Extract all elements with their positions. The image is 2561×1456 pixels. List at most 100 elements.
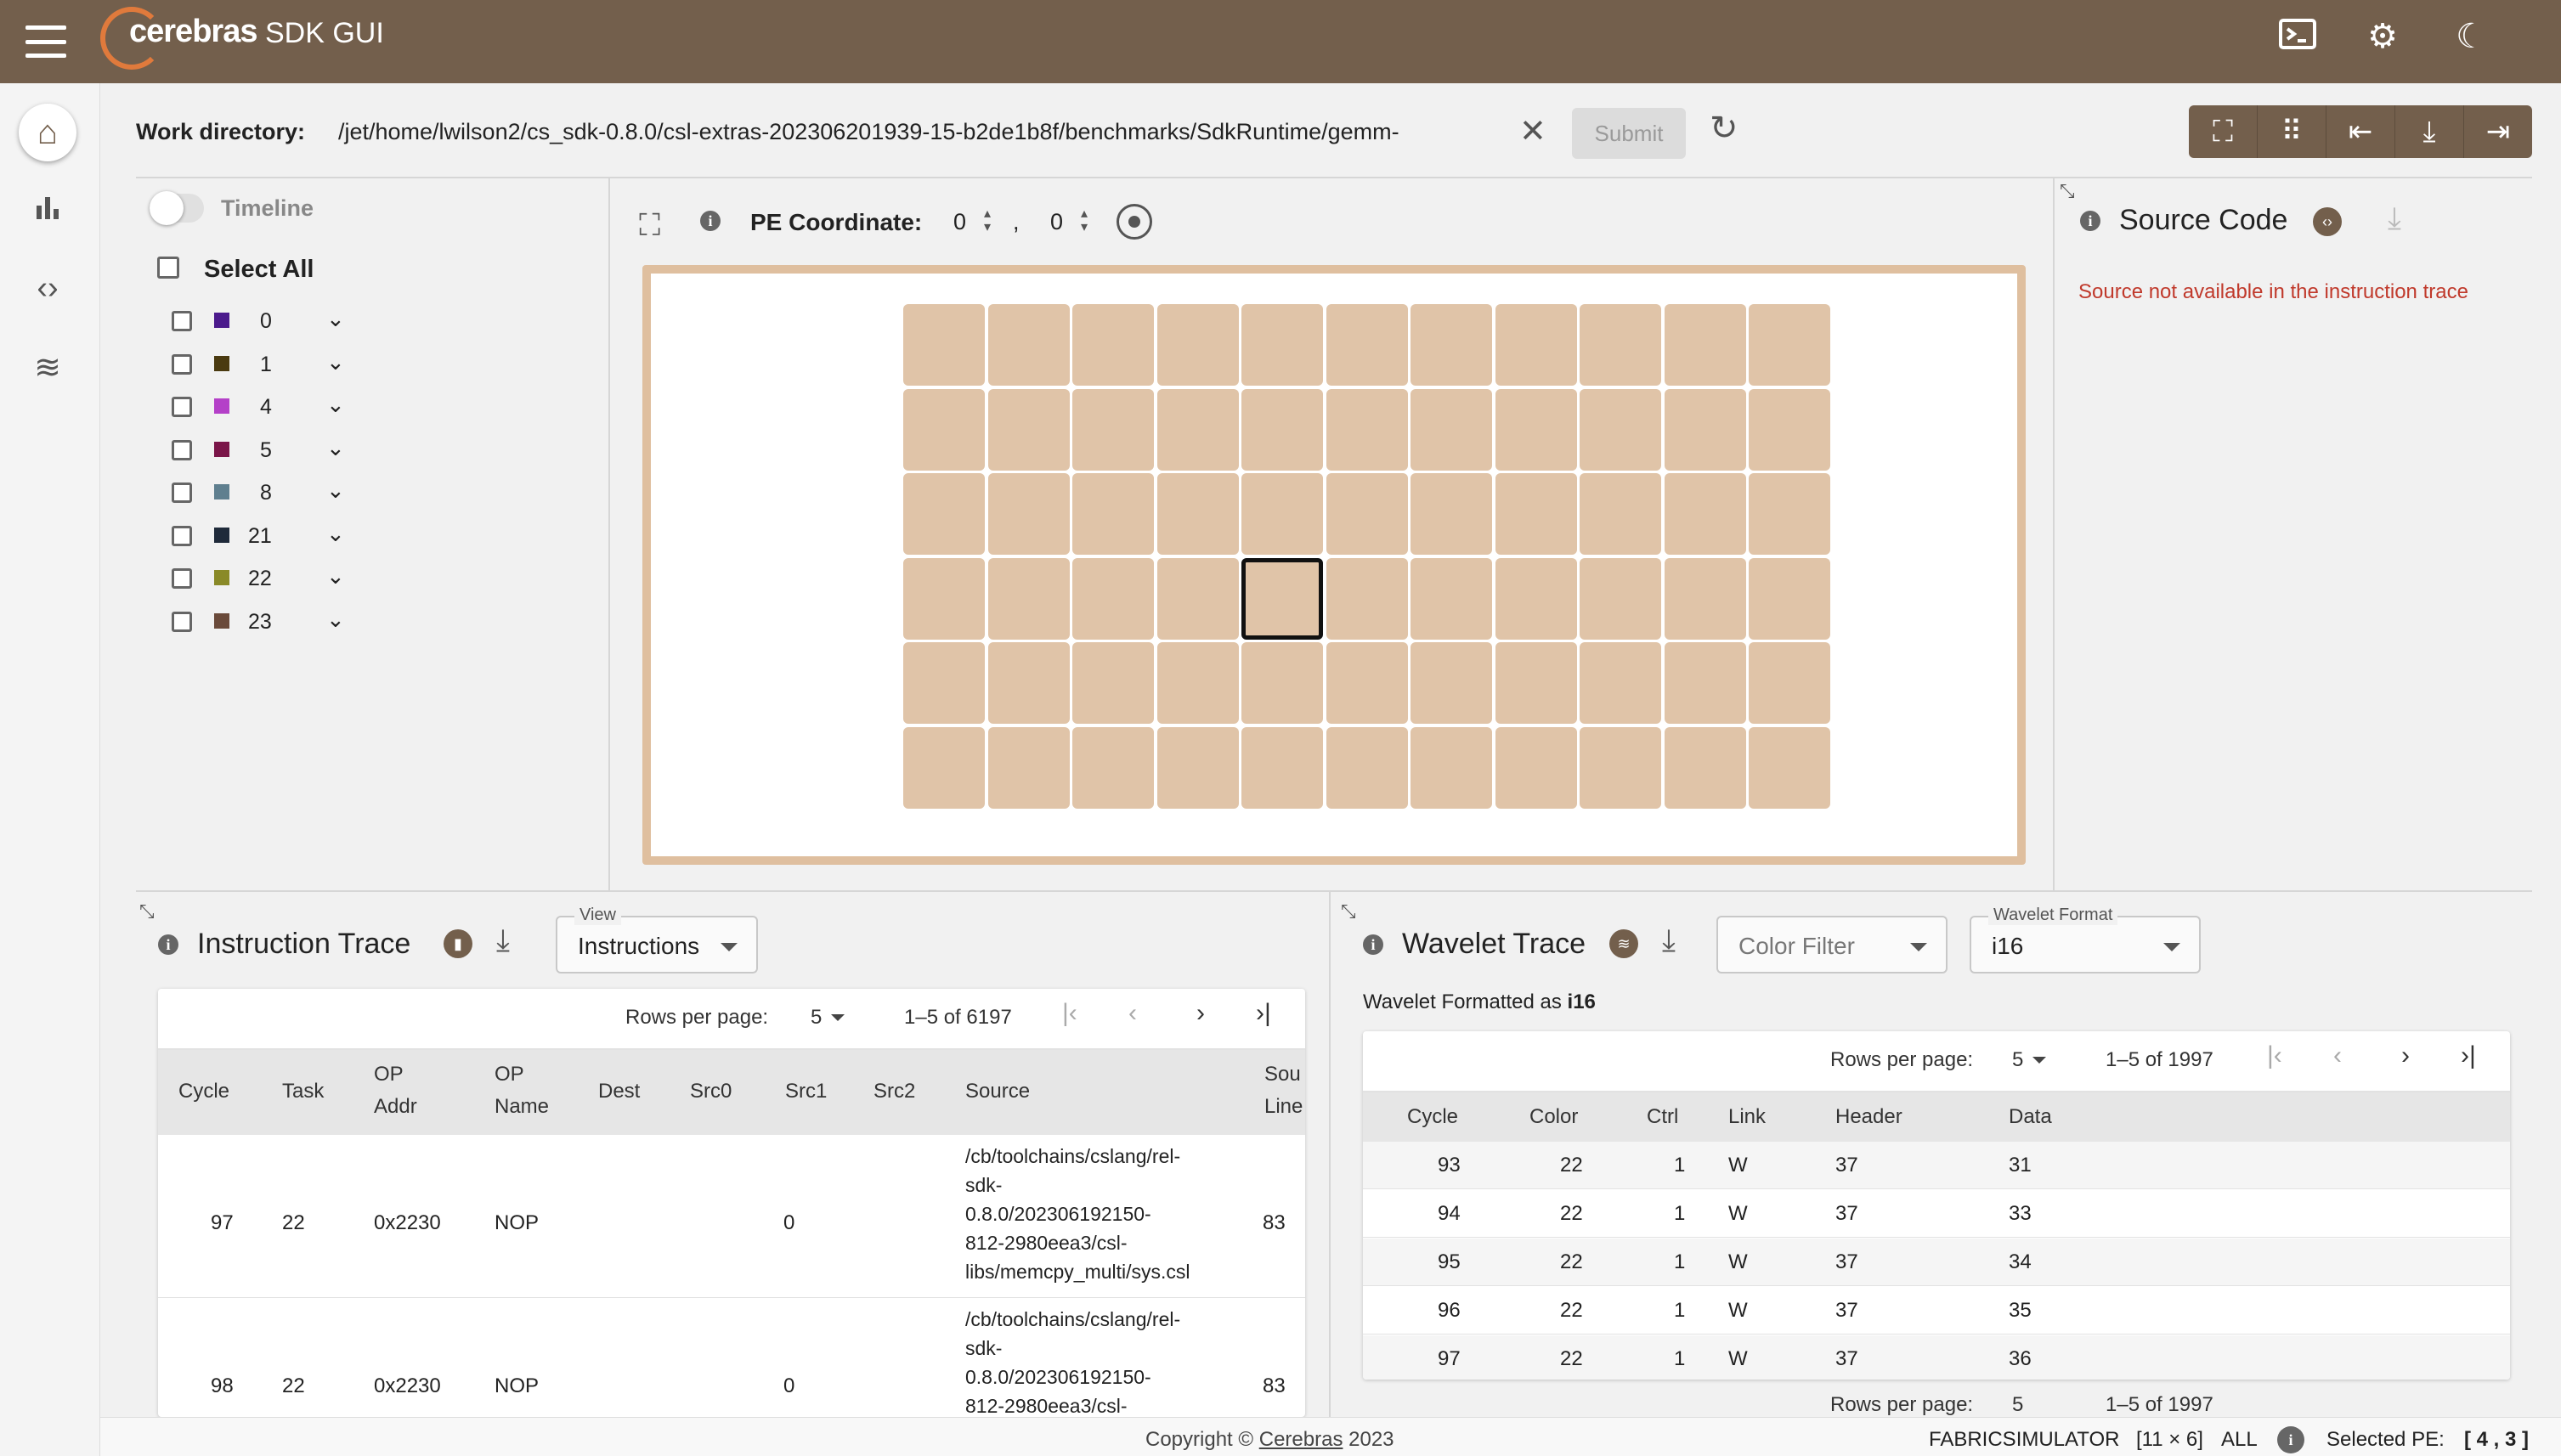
pe-cell[interactable] <box>1156 557 1239 640</box>
code-icon[interactable]: ‹› <box>24 270 71 307</box>
column-header[interactable]: Src0 <box>690 1075 732 1108</box>
clear-icon[interactable]: ✕ <box>1519 112 1546 150</box>
color-checkbox[interactable] <box>172 568 192 589</box>
next-page-icon[interactable]: › <box>2401 1041 2410 1070</box>
pe-cell[interactable] <box>1411 388 1492 471</box>
pe-cell[interactable] <box>1495 642 1577 724</box>
color-checkbox[interactable] <box>172 525 192 546</box>
prev-page-icon[interactable]: ‹ <box>1128 999 1137 1028</box>
table-row[interactable]: 97 22 1 W 37 36 <box>1363 1335 2510 1380</box>
pe-cell[interactable] <box>1241 642 1323 724</box>
pe-cell[interactable] <box>903 473 985 555</box>
pe-cell[interactable] <box>1664 473 1746 555</box>
info-icon[interactable]: i <box>700 211 721 231</box>
cerebras-link[interactable]: Cerebras <box>1259 1428 1343 1451</box>
pe-cell[interactable] <box>1326 304 1408 386</box>
pe-cell[interactable] <box>1072 388 1154 471</box>
color-checkbox[interactable] <box>172 483 192 503</box>
pe-cell[interactable] <box>1156 642 1239 724</box>
expand-panel-icon[interactable]: ⤡ <box>1341 900 1356 923</box>
pe-cell[interactable] <box>1664 388 1746 471</box>
first-page-icon[interactable]: |‹ <box>2267 1041 2282 1070</box>
pe-cell[interactable] <box>903 304 985 386</box>
waves-icon[interactable]: ≋ <box>24 348 71 387</box>
dropdown-arrow-icon[interactable] <box>2032 1057 2046 1064</box>
color-filter-select[interactable]: Color Filter <box>1716 916 1948 973</box>
chevron-down-icon[interactable]: ⌄ <box>326 435 345 461</box>
pe-cell[interactable] <box>987 473 1070 555</box>
pe-cell[interactable] <box>1072 473 1154 555</box>
chevron-down-icon[interactable]: ⌄ <box>326 563 345 590</box>
info-icon[interactable]: i <box>158 934 178 955</box>
pe-cell[interactable] <box>1495 473 1577 555</box>
pe-cell[interactable] <box>1326 473 1408 555</box>
column-header[interactable]: Color <box>1529 1101 1578 1133</box>
pe-cell[interactable] <box>1495 304 1577 386</box>
chevron-down-icon[interactable]: ⌄ <box>326 392 345 418</box>
download-icon[interactable]: ⤓ <box>2388 200 2401 237</box>
dropdown-arrow-icon[interactable] <box>831 1014 845 1021</box>
wavelet-format-select[interactable]: Wavelet Format i16 <box>1970 906 2201 973</box>
pe-cell[interactable] <box>1664 726 1746 809</box>
pe-cell[interactable] <box>1156 388 1239 471</box>
column-header[interactable]: Cycle <box>178 1075 229 1108</box>
info-icon[interactable]: i <box>2277 1426 2304 1453</box>
select-all-checkbox[interactable] <box>157 257 179 279</box>
chevron-down-icon[interactable]: ⌄ <box>326 521 345 547</box>
pe-cell[interactable] <box>1072 726 1154 809</box>
pe-cell[interactable] <box>1156 304 1239 386</box>
pe-cell[interactable] <box>1580 726 1661 809</box>
fullscreen-icon[interactable]: ⛶ <box>2189 105 2258 158</box>
pe-cell[interactable] <box>1411 642 1492 724</box>
pe-cell[interactable] <box>987 388 1070 471</box>
chevron-down-icon[interactable]: ⌄ <box>326 477 345 504</box>
expand-panel-icon[interactable]: ⤡ <box>2060 180 2075 202</box>
pe-cell[interactable] <box>1664 304 1746 386</box>
chart-badge-icon[interactable]: ▮ <box>444 929 472 958</box>
rows-per-page-select[interactable]: 5 <box>2012 1048 2023 1072</box>
code-badge-icon[interactable]: ‹› <box>2313 207 2342 236</box>
prev-page-icon[interactable]: ‹ <box>2333 1041 2342 1070</box>
grid-dots-icon[interactable]: ⠿ <box>2258 105 2326 158</box>
table-row[interactable]: 96 22 1 W 37 35 <box>1363 1287 2510 1335</box>
pe-cell[interactable] <box>1411 473 1492 555</box>
rows-per-page-select[interactable]: 5 <box>811 1006 822 1030</box>
column-header[interactable]: Source <box>965 1075 1030 1108</box>
last-page-icon[interactable]: ›| <box>1256 999 1271 1028</box>
pe-cell[interactable] <box>1326 726 1408 809</box>
menu-icon[interactable] <box>25 22 66 61</box>
column-header[interactable]: Src2 <box>873 1075 915 1108</box>
pe-x-input[interactable]: 0 <box>953 209 966 235</box>
waves-badge-icon[interactable]: ≋ <box>1609 929 1638 958</box>
collapse-bottom-icon[interactable]: ⤓ <box>2395 105 2464 158</box>
next-page-icon[interactable]: › <box>1196 999 1205 1028</box>
pe-cell[interactable] <box>1749 642 1830 724</box>
focus-center-icon[interactable]: ⛶ <box>639 207 660 244</box>
pe-cell[interactable] <box>1664 642 1746 724</box>
submit-button[interactable]: Submit <box>1572 108 1686 159</box>
column-header[interactable]: OP Addr <box>374 1058 417 1123</box>
column-header[interactable]: Sou Line <box>1264 1058 1303 1123</box>
color-checkbox[interactable] <box>172 311 192 331</box>
color-checkbox[interactable] <box>172 397 192 417</box>
pe-cell[interactable] <box>1495 388 1577 471</box>
pe-cell[interactable] <box>1326 642 1408 724</box>
pe-cell[interactable] <box>1411 726 1492 809</box>
pe-cell[interactable] <box>903 642 985 724</box>
download-icon[interactable]: ⤓ <box>496 923 510 959</box>
pe-cell[interactable] <box>1411 304 1492 386</box>
pe-cell[interactable] <box>1580 304 1661 386</box>
work-directory-input[interactable]: /jet/home/lwilson2/cs_sdk-0.8.0/csl-extr… <box>338 119 1399 145</box>
first-page-icon[interactable]: |‹ <box>1062 999 1077 1028</box>
pe-cell[interactable] <box>1326 388 1408 471</box>
terminal-icon[interactable] <box>2274 17 2321 59</box>
table-row[interactable]: 98 22 0x2230 NOP 0/cb/toolchains/cslang/rel-… <box>158 1298 1305 1417</box>
view-select[interactable]: View Instructions <box>556 906 758 973</box>
pe-cell[interactable] <box>903 557 985 640</box>
color-checkbox[interactable] <box>172 439 192 460</box>
pe-cell[interactable] <box>1580 557 1661 640</box>
column-header[interactable]: Ctrl <box>1647 1101 1678 1133</box>
pe-cell[interactable] <box>1749 473 1830 555</box>
chart-bar-icon[interactable] <box>24 192 71 229</box>
pe-cell[interactable] <box>1580 473 1661 555</box>
